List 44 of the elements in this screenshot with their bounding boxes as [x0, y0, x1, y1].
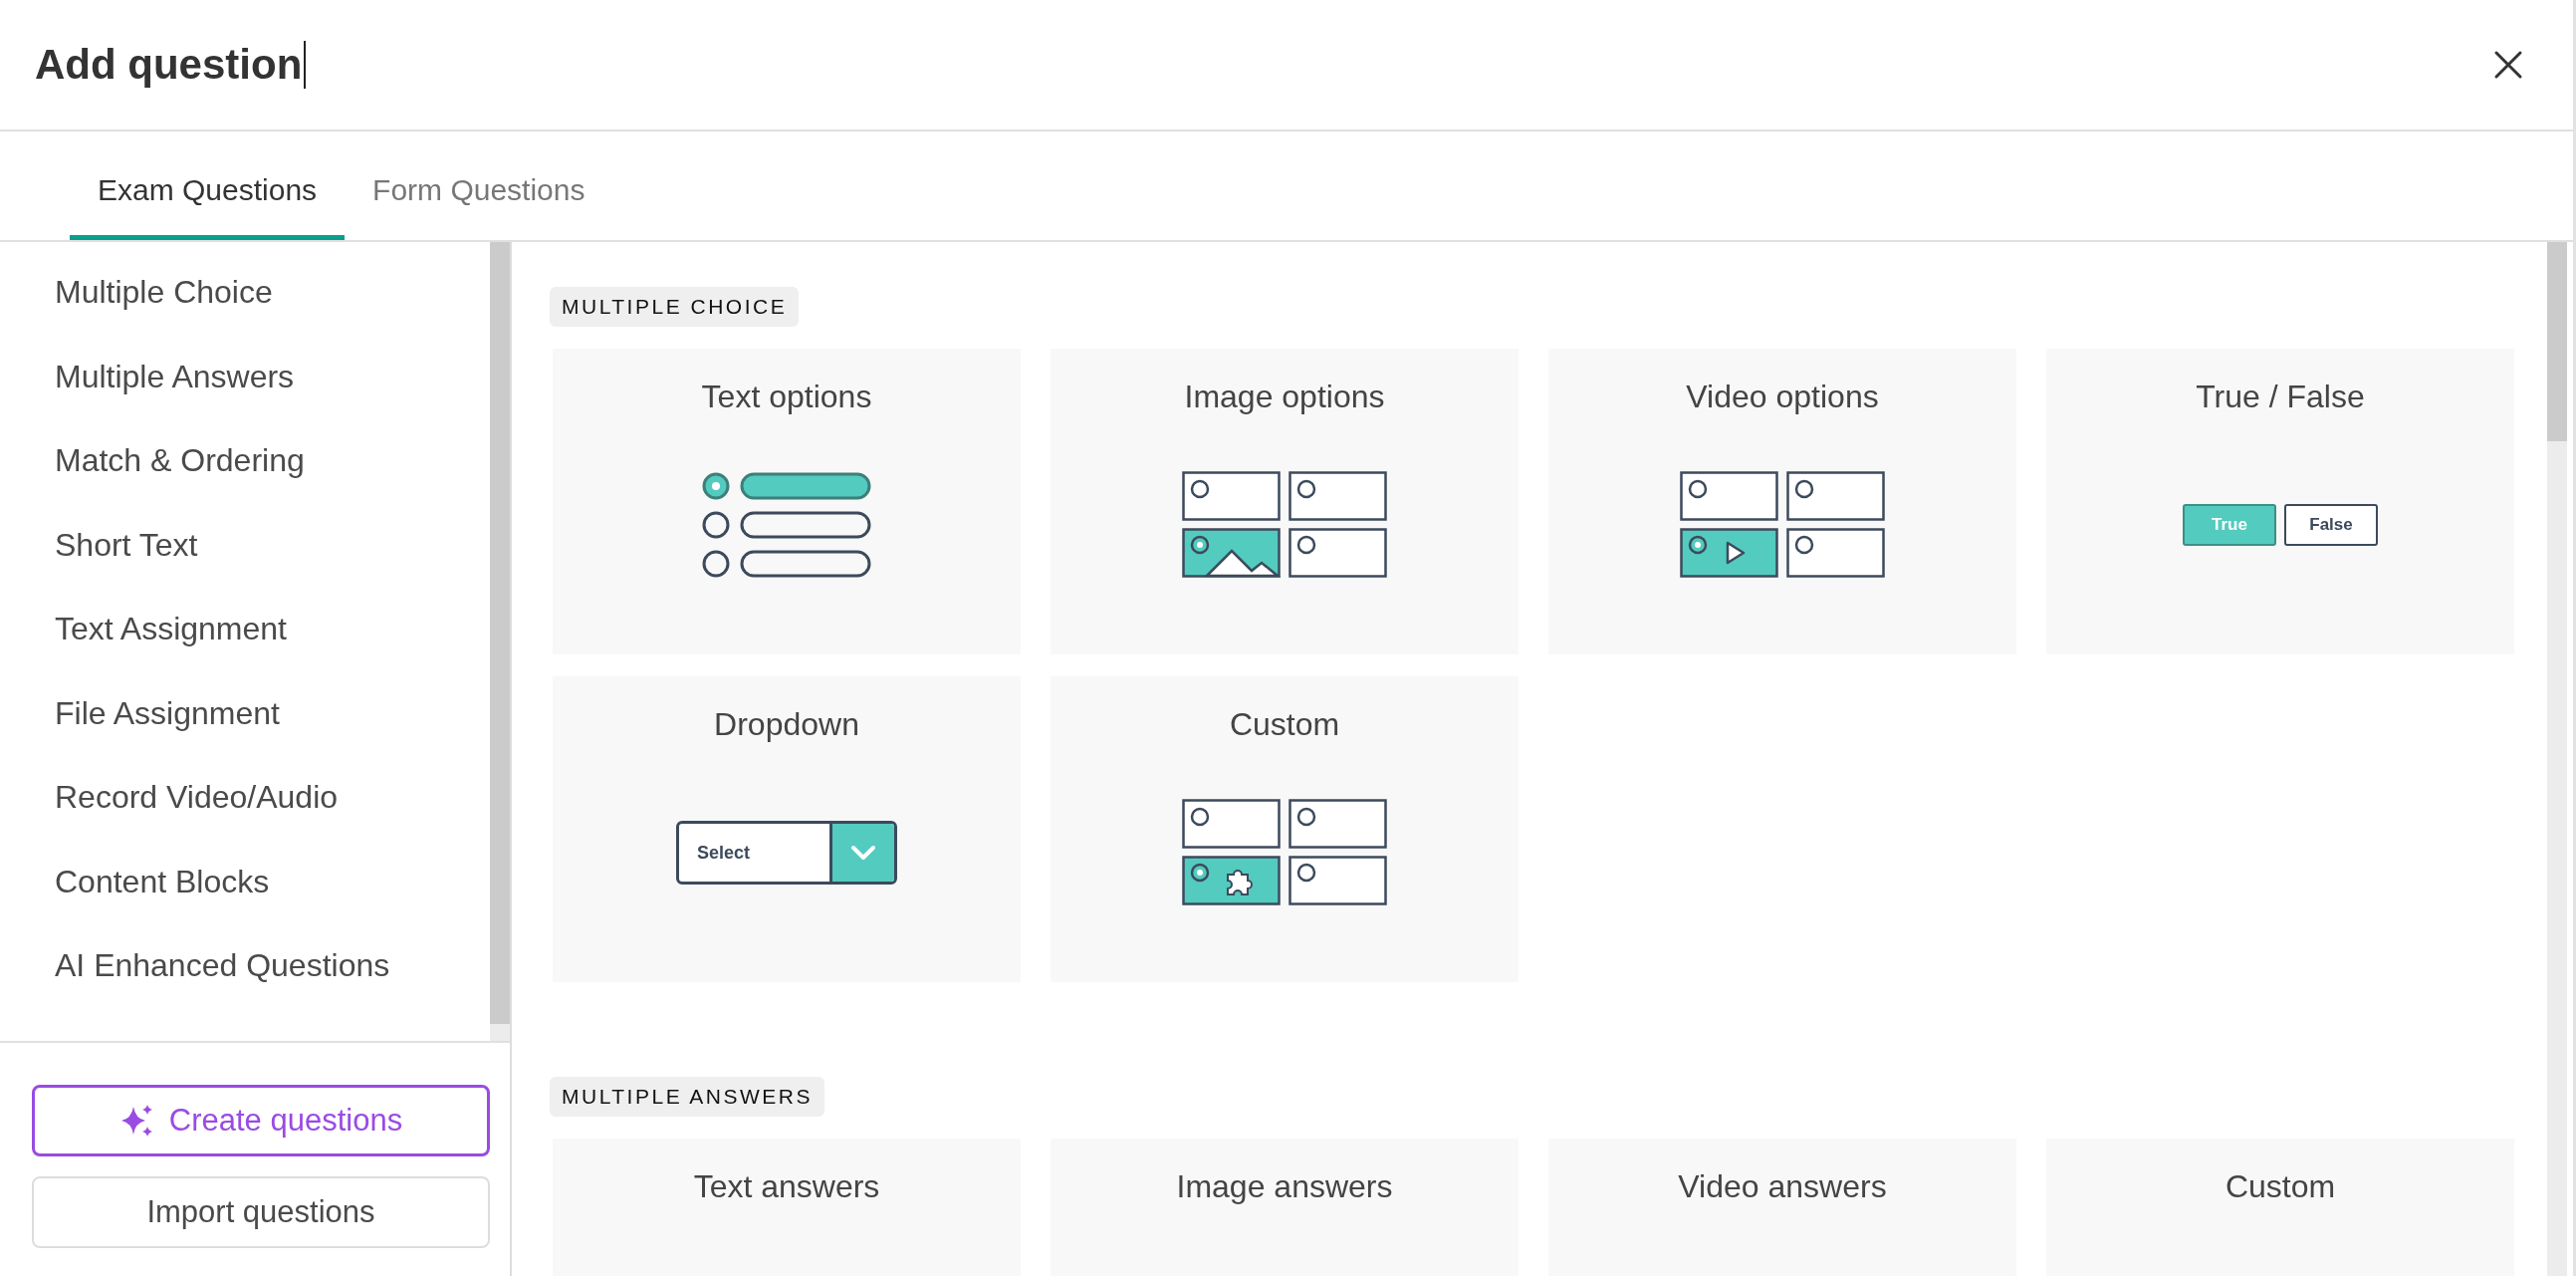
- sidebar-item[interactable]: AI Enhanced Questions: [55, 937, 490, 1022]
- sidebar-item[interactable]: File Assignment: [55, 684, 490, 769]
- question-type-card[interactable]: Video answers: [1548, 1139, 2016, 1276]
- create-questions-button[interactable]: Create questions: [32, 1085, 490, 1156]
- question-type-card[interactable]: Custom: [1051, 676, 1519, 982]
- sidebar-item[interactable]: Multiple Answers: [55, 348, 490, 432]
- section-heading: MULTIPLE CHOICE: [550, 287, 800, 327]
- answer-chip: True: [2183, 504, 2276, 546]
- question-type-card[interactable]: Dropdown Select: [553, 676, 1021, 982]
- card-title: True / False: [2196, 379, 2365, 415]
- sidebar-item[interactable]: Content Blocks: [55, 853, 490, 937]
- tab[interactable]: Exam Questions: [70, 173, 346, 240]
- question-type-card[interactable]: Custom: [2046, 1139, 2514, 1276]
- question-type-card[interactable]: Image options: [1051, 349, 1519, 654]
- card-title: Image answers: [1176, 1168, 1393, 1205]
- card-title: Custom: [2225, 1168, 2336, 1205]
- dialog-title: Add question: [35, 41, 303, 89]
- scrollbar[interactable]: [2547, 242, 2567, 1276]
- question-type-card[interactable]: Video options: [1548, 349, 2016, 654]
- question-type-card[interactable]: True / False True False: [2046, 349, 2514, 654]
- close-icon[interactable]: [2493, 50, 2523, 80]
- question-type-card[interactable]: Text answers: [553, 1139, 1021, 1276]
- card-title: Video answers: [1678, 1168, 1887, 1205]
- card-title: Video options: [1686, 379, 1879, 415]
- sidebar-item[interactable]: Match & Ordering: [55, 432, 490, 517]
- card-title: Text options: [701, 379, 872, 415]
- tab[interactable]: Form Questions: [345, 173, 613, 240]
- card-title: Image options: [1184, 379, 1385, 415]
- question-type-card[interactable]: Text options: [553, 349, 1021, 654]
- section-heading: MULTIPLE ANSWERS: [550, 1077, 824, 1117]
- sidebar-item[interactable]: Multiple Choice: [55, 264, 490, 349]
- scrollbar[interactable]: [490, 242, 510, 1041]
- import-questions-button[interactable]: Import questions: [32, 1176, 490, 1248]
- card-title: Dropdown: [714, 706, 859, 743]
- question-type-card[interactable]: Image answers: [1051, 1139, 1519, 1276]
- sidebar-item[interactable]: Record Video/Audio: [55, 769, 490, 854]
- chevron-icon: [829, 824, 894, 882]
- sidebar-item[interactable]: Text Assignment: [55, 601, 490, 685]
- answer-chip: False: [2284, 504, 2378, 546]
- card-title: Custom: [1229, 706, 1340, 743]
- select-label: Select: [696, 842, 752, 864]
- text-cursor: [304, 41, 307, 89]
- card-title: Text answers: [693, 1168, 880, 1205]
- sidebar-item[interactable]: Short Text: [55, 516, 490, 601]
